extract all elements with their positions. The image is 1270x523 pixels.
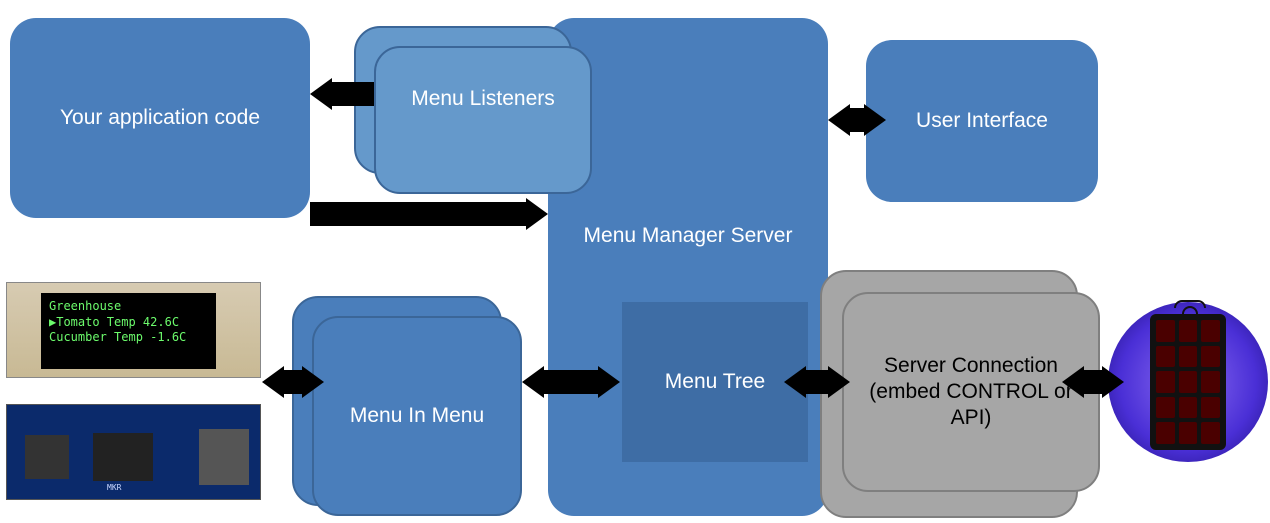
arrow-tree-srv-left bbox=[784, 366, 806, 398]
arrow-manager-ui-right bbox=[864, 104, 886, 136]
arrow-manager-ui-left bbox=[828, 104, 850, 136]
arrow-srv-remote-left bbox=[1062, 366, 1084, 398]
oled-line3: Cucumber Temp -1.6C bbox=[49, 330, 208, 346]
server-connection-label: Server Connection (embed CONTROL or API) bbox=[852, 353, 1090, 432]
arrow-tree-srv-shaft bbox=[806, 370, 828, 394]
arrow-mim-tree-left bbox=[522, 366, 544, 398]
app-code-box: Your application code bbox=[10, 18, 310, 218]
arrow-mim-tree-right bbox=[598, 366, 620, 398]
microcontroller-ethernet-board-icon: MKR bbox=[6, 404, 261, 500]
arrow-listeners-to-app bbox=[332, 82, 374, 106]
user-interface-label: User Interface bbox=[916, 108, 1048, 134]
remote-control-icon bbox=[1108, 302, 1268, 462]
oled-line1: Greenhouse bbox=[49, 299, 208, 315]
arrow-hw-mim-right bbox=[302, 366, 324, 398]
menu-in-menu-box: Menu In Menu bbox=[312, 316, 522, 516]
menu-listeners-label: Menu Listeners bbox=[376, 86, 590, 112]
microcontroller-oled-board-icon: Greenhouse ▶Tomato Temp 42.6C Cucumber T… bbox=[6, 282, 261, 378]
diagram-stage: { "boxes": { "app_code": "Your applicati… bbox=[0, 0, 1270, 523]
oled-line2: ▶Tomato Temp 42.6C bbox=[49, 315, 208, 331]
menu-listeners-box: Menu Listeners bbox=[374, 46, 592, 194]
menu-tree-box: Menu Tree bbox=[622, 302, 808, 462]
user-interface-box: User Interface bbox=[866, 40, 1098, 202]
app-code-label: Your application code bbox=[60, 105, 260, 131]
arrow-app-to-manager bbox=[310, 202, 526, 226]
arrow-manager-ui-shaft bbox=[850, 108, 864, 132]
menu-tree-label: Menu Tree bbox=[665, 369, 765, 395]
arrow-hw-mim-left bbox=[262, 366, 284, 398]
arrow-mim-tree-shaft bbox=[544, 370, 598, 394]
arrow-listeners-to-app-head bbox=[310, 78, 332, 110]
arrow-srv-remote-shaft bbox=[1084, 370, 1102, 394]
arrow-hw-mim-shaft bbox=[284, 370, 302, 394]
arrow-srv-remote-right bbox=[1102, 366, 1124, 398]
arrow-tree-srv-right bbox=[828, 366, 850, 398]
oled-screen: Greenhouse ▶Tomato Temp 42.6C Cucumber T… bbox=[41, 293, 216, 369]
arrow-app-to-manager-head bbox=[526, 198, 548, 230]
menu-manager-label: Menu Manager Server bbox=[548, 223, 828, 249]
menu-in-menu-label: Menu In Menu bbox=[350, 403, 484, 429]
